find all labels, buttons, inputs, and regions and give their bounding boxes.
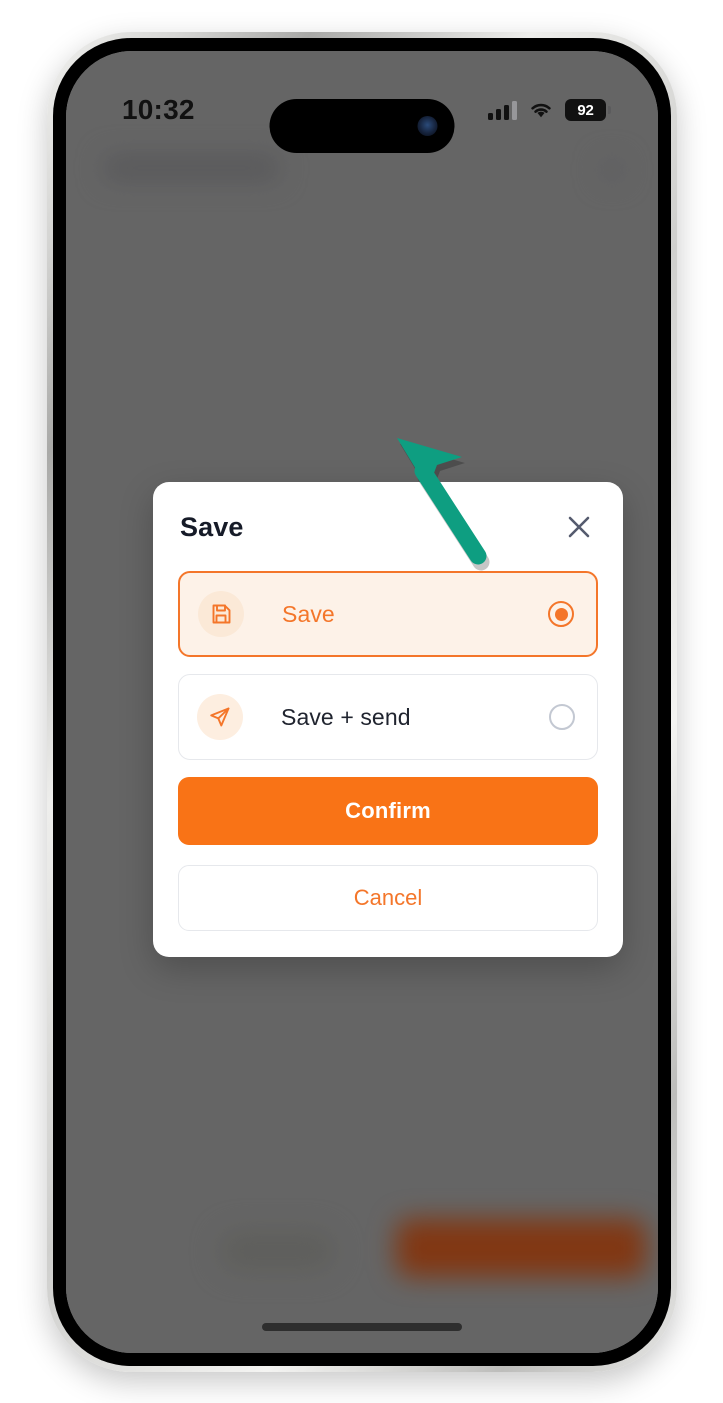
option-save-and-send-label: Save + send (281, 703, 411, 730)
screenshot-stage: 10:32 92 Save Save Save + send Confirm C… (0, 0, 723, 1403)
option-save[interactable]: Save (178, 571, 598, 657)
phone-screen: 10:32 92 Save Save Save + send Confirm C… (66, 51, 658, 1353)
front-camera-icon (417, 116, 438, 136)
dialog-title: Save (180, 511, 244, 542)
battery-icon: 92 (565, 99, 611, 121)
cancel-button[interactable]: Cancel (178, 865, 598, 931)
option-save-and-send[interactable]: Save + send (178, 674, 598, 760)
paper-plane-send-icon (197, 694, 243, 740)
status-bar-time: 10:32 (122, 94, 195, 125)
close-icon[interactable] (562, 510, 596, 544)
floppy-disk-save-icon (198, 591, 244, 637)
option-save-and-send-radio[interactable] (549, 704, 575, 730)
cellular-signal-icon (488, 100, 517, 120)
wifi-icon (531, 103, 551, 118)
option-save-label: Save (282, 600, 335, 627)
battery-level-label: 92 (577, 101, 594, 119)
dynamic-island (269, 99, 455, 153)
option-save-radio[interactable] (548, 601, 574, 627)
confirm-button[interactable]: Confirm (178, 777, 598, 845)
dialog-header: Save (178, 510, 598, 544)
save-dialog: Save Save Save + send Confirm Cancel (153, 482, 623, 957)
status-bar-indicators: 92 (488, 99, 611, 121)
home-indicator[interactable] (262, 1323, 462, 1331)
phone-hardware-frame: 10:32 92 Save Save Save + send Confirm C… (47, 32, 677, 1372)
phone-bezel: 10:32 92 Save Save Save + send Confirm C… (53, 38, 671, 1366)
